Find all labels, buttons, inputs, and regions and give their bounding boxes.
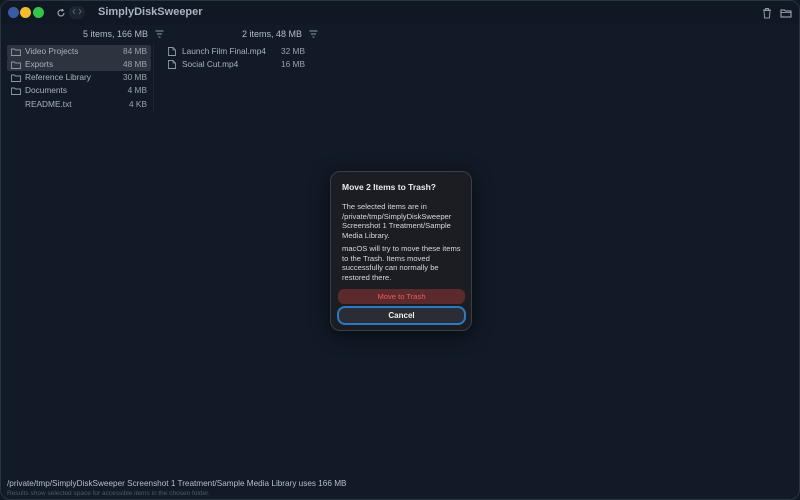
list-item[interactable]: README.txt 4 KB (7, 98, 151, 111)
column-2-summary: 2 items, 48 MB (242, 29, 303, 39)
column-2-header: 2 items, 48 MB (242, 27, 318, 41)
list-item[interactable]: Social Cut.mp4 16 MB (167, 58, 311, 71)
item-size: 48 MB (123, 59, 147, 69)
filter-icon[interactable] (309, 30, 318, 38)
item-name: README.txt (25, 99, 72, 109)
trash-icon (763, 8, 771, 19)
item-name: Video Projects (25, 46, 79, 56)
folder-icon (11, 74, 21, 82)
choose-folder-button[interactable] (780, 6, 794, 20)
item-name: Social Cut.mp4 (182, 59, 239, 69)
close-window-button[interactable] (8, 7, 19, 18)
list-item[interactable]: Launch Film Final.mp4 32 MB (167, 45, 311, 58)
folder-icon (780, 9, 792, 18)
file-icon (168, 60, 176, 69)
item-size: 4 KB (129, 99, 147, 109)
file-icon (168, 47, 176, 56)
footer-path-summary: /private/tmp/SimplyDiskSweeper Screensho… (7, 479, 347, 488)
minimize-window-button[interactable] (20, 7, 31, 18)
zoom-window-button[interactable] (33, 7, 44, 18)
list-item[interactable]: Documents 4 MB (7, 84, 151, 97)
cancel-button[interactable]: Cancel (337, 306, 466, 325)
list-item[interactable]: Video Projects 84 MB (7, 45, 151, 58)
column-divider[interactable] (153, 43, 154, 113)
list-item[interactable]: Exports 48 MB (7, 58, 151, 71)
column-1-header: 5 items, 166 MB (83, 27, 164, 41)
item-size: 16 MB (281, 59, 305, 69)
dialog-message-secondary: macOS will try to move these items to th… (342, 244, 461, 282)
dialog-title: Move 2 Items to Trash? (342, 182, 436, 192)
folder-icon (11, 61, 21, 69)
filter-icon[interactable] (155, 30, 164, 38)
item-name: Launch Film Final.mp4 (182, 46, 266, 56)
item-name: Exports (25, 59, 54, 69)
folder-icon (11, 48, 21, 56)
item-size: 30 MB (123, 72, 147, 82)
window-title: SimplyDiskSweeper (98, 6, 203, 18)
app-window: SimplyDiskSweeper 5 items, 166 MB 2 item… (0, 0, 800, 500)
trash-button[interactable] (761, 6, 775, 20)
item-size: 84 MB (123, 46, 147, 56)
list-item[interactable]: Reference Library 30 MB (7, 71, 151, 84)
refresh-button[interactable] (54, 6, 68, 20)
refresh-icon (57, 8, 65, 17)
folder-icon (11, 87, 21, 95)
move-to-trash-button[interactable]: Move to Trash (338, 289, 465, 304)
title-bar: SimplyDiskSweeper (1, 1, 799, 25)
item-size: 4 MB (127, 85, 147, 95)
chevron-left-right-icon (72, 8, 82, 15)
move-to-trash-dialog: Move 2 Items to Trash? The selected item… (330, 171, 472, 331)
dialog-message: The selected items are in /private/tmp/S… (342, 202, 452, 240)
footer-hint: Results show selected space for accessib… (7, 490, 210, 497)
item-size: 32 MB (281, 46, 305, 56)
item-name: Reference Library (25, 72, 91, 82)
column-1-summary: 5 items, 166 MB (83, 29, 149, 39)
item-name: Documents (25, 85, 67, 95)
history-navigation-control[interactable] (69, 6, 85, 19)
